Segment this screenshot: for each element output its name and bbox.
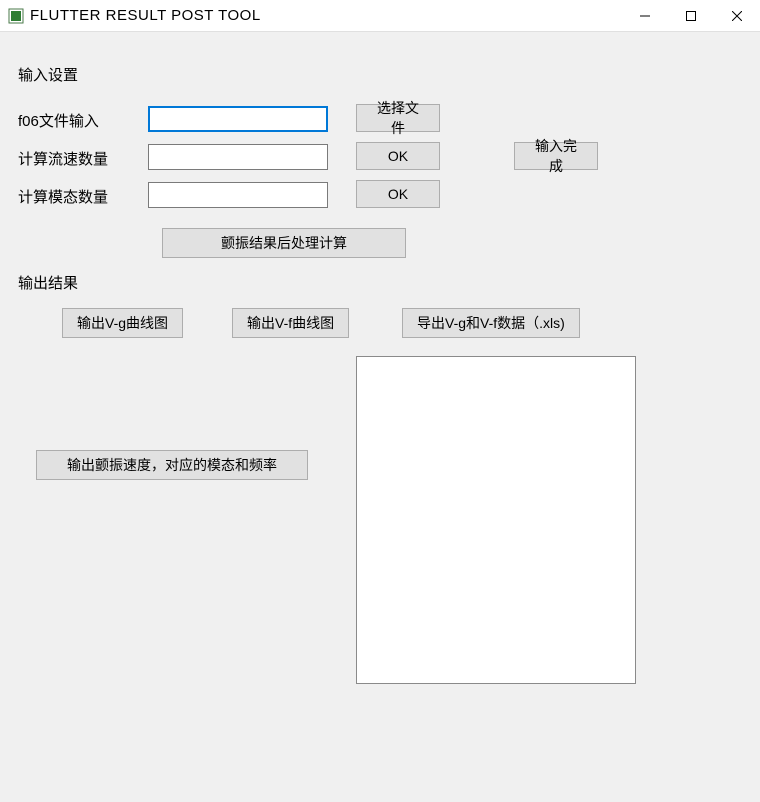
velocity-count-label: 计算流速数量 xyxy=(18,148,108,169)
input-settings-heading: 输入设置 xyxy=(18,64,78,85)
maximize-icon xyxy=(686,11,696,21)
minimize-icon xyxy=(640,11,650,21)
vf-curve-button[interactable]: 输出V-f曲线图 xyxy=(232,308,349,338)
app-icon xyxy=(8,8,24,24)
export-xls-button[interactable]: 导出V-g和V-f数据（.xls) xyxy=(402,308,580,338)
vg-curve-button[interactable]: 输出V-g曲线图 xyxy=(62,308,183,338)
input-done-button[interactable]: 输入完成 xyxy=(514,142,598,170)
output-textbox[interactable] xyxy=(356,356,636,684)
f06-file-label: f06文件输入 xyxy=(18,110,99,131)
f06-file-input[interactable] xyxy=(148,106,328,132)
mode-count-input[interactable] xyxy=(148,182,328,208)
postprocess-button[interactable]: 颤振结果后处理计算 xyxy=(162,228,406,258)
close-button[interactable] xyxy=(714,0,760,31)
flutter-detail-button[interactable]: 输出颤振速度，对应的模态和频率 xyxy=(36,450,308,480)
window-controls xyxy=(622,0,760,31)
titlebar-left: FLUTTER RESULT POST TOOL xyxy=(8,7,261,24)
output-results-heading: 输出结果 xyxy=(18,272,78,293)
mode-ok-button[interactable]: OK xyxy=(356,180,440,208)
client-area: 输入设置 f06文件输入 选择文件 计算流速数量 OK 输入完成 计算模态数量 … xyxy=(0,32,760,802)
maximize-button[interactable] xyxy=(668,0,714,31)
mode-count-label: 计算模态数量 xyxy=(18,186,108,207)
window-titlebar: FLUTTER RESULT POST TOOL xyxy=(0,0,760,32)
velocity-count-input[interactable] xyxy=(148,144,328,170)
close-icon xyxy=(732,11,742,21)
window-title: FLUTTER RESULT POST TOOL xyxy=(30,7,261,24)
velocity-ok-button[interactable]: OK xyxy=(356,142,440,170)
minimize-button[interactable] xyxy=(622,0,668,31)
choose-file-button[interactable]: 选择文件 xyxy=(356,104,440,132)
